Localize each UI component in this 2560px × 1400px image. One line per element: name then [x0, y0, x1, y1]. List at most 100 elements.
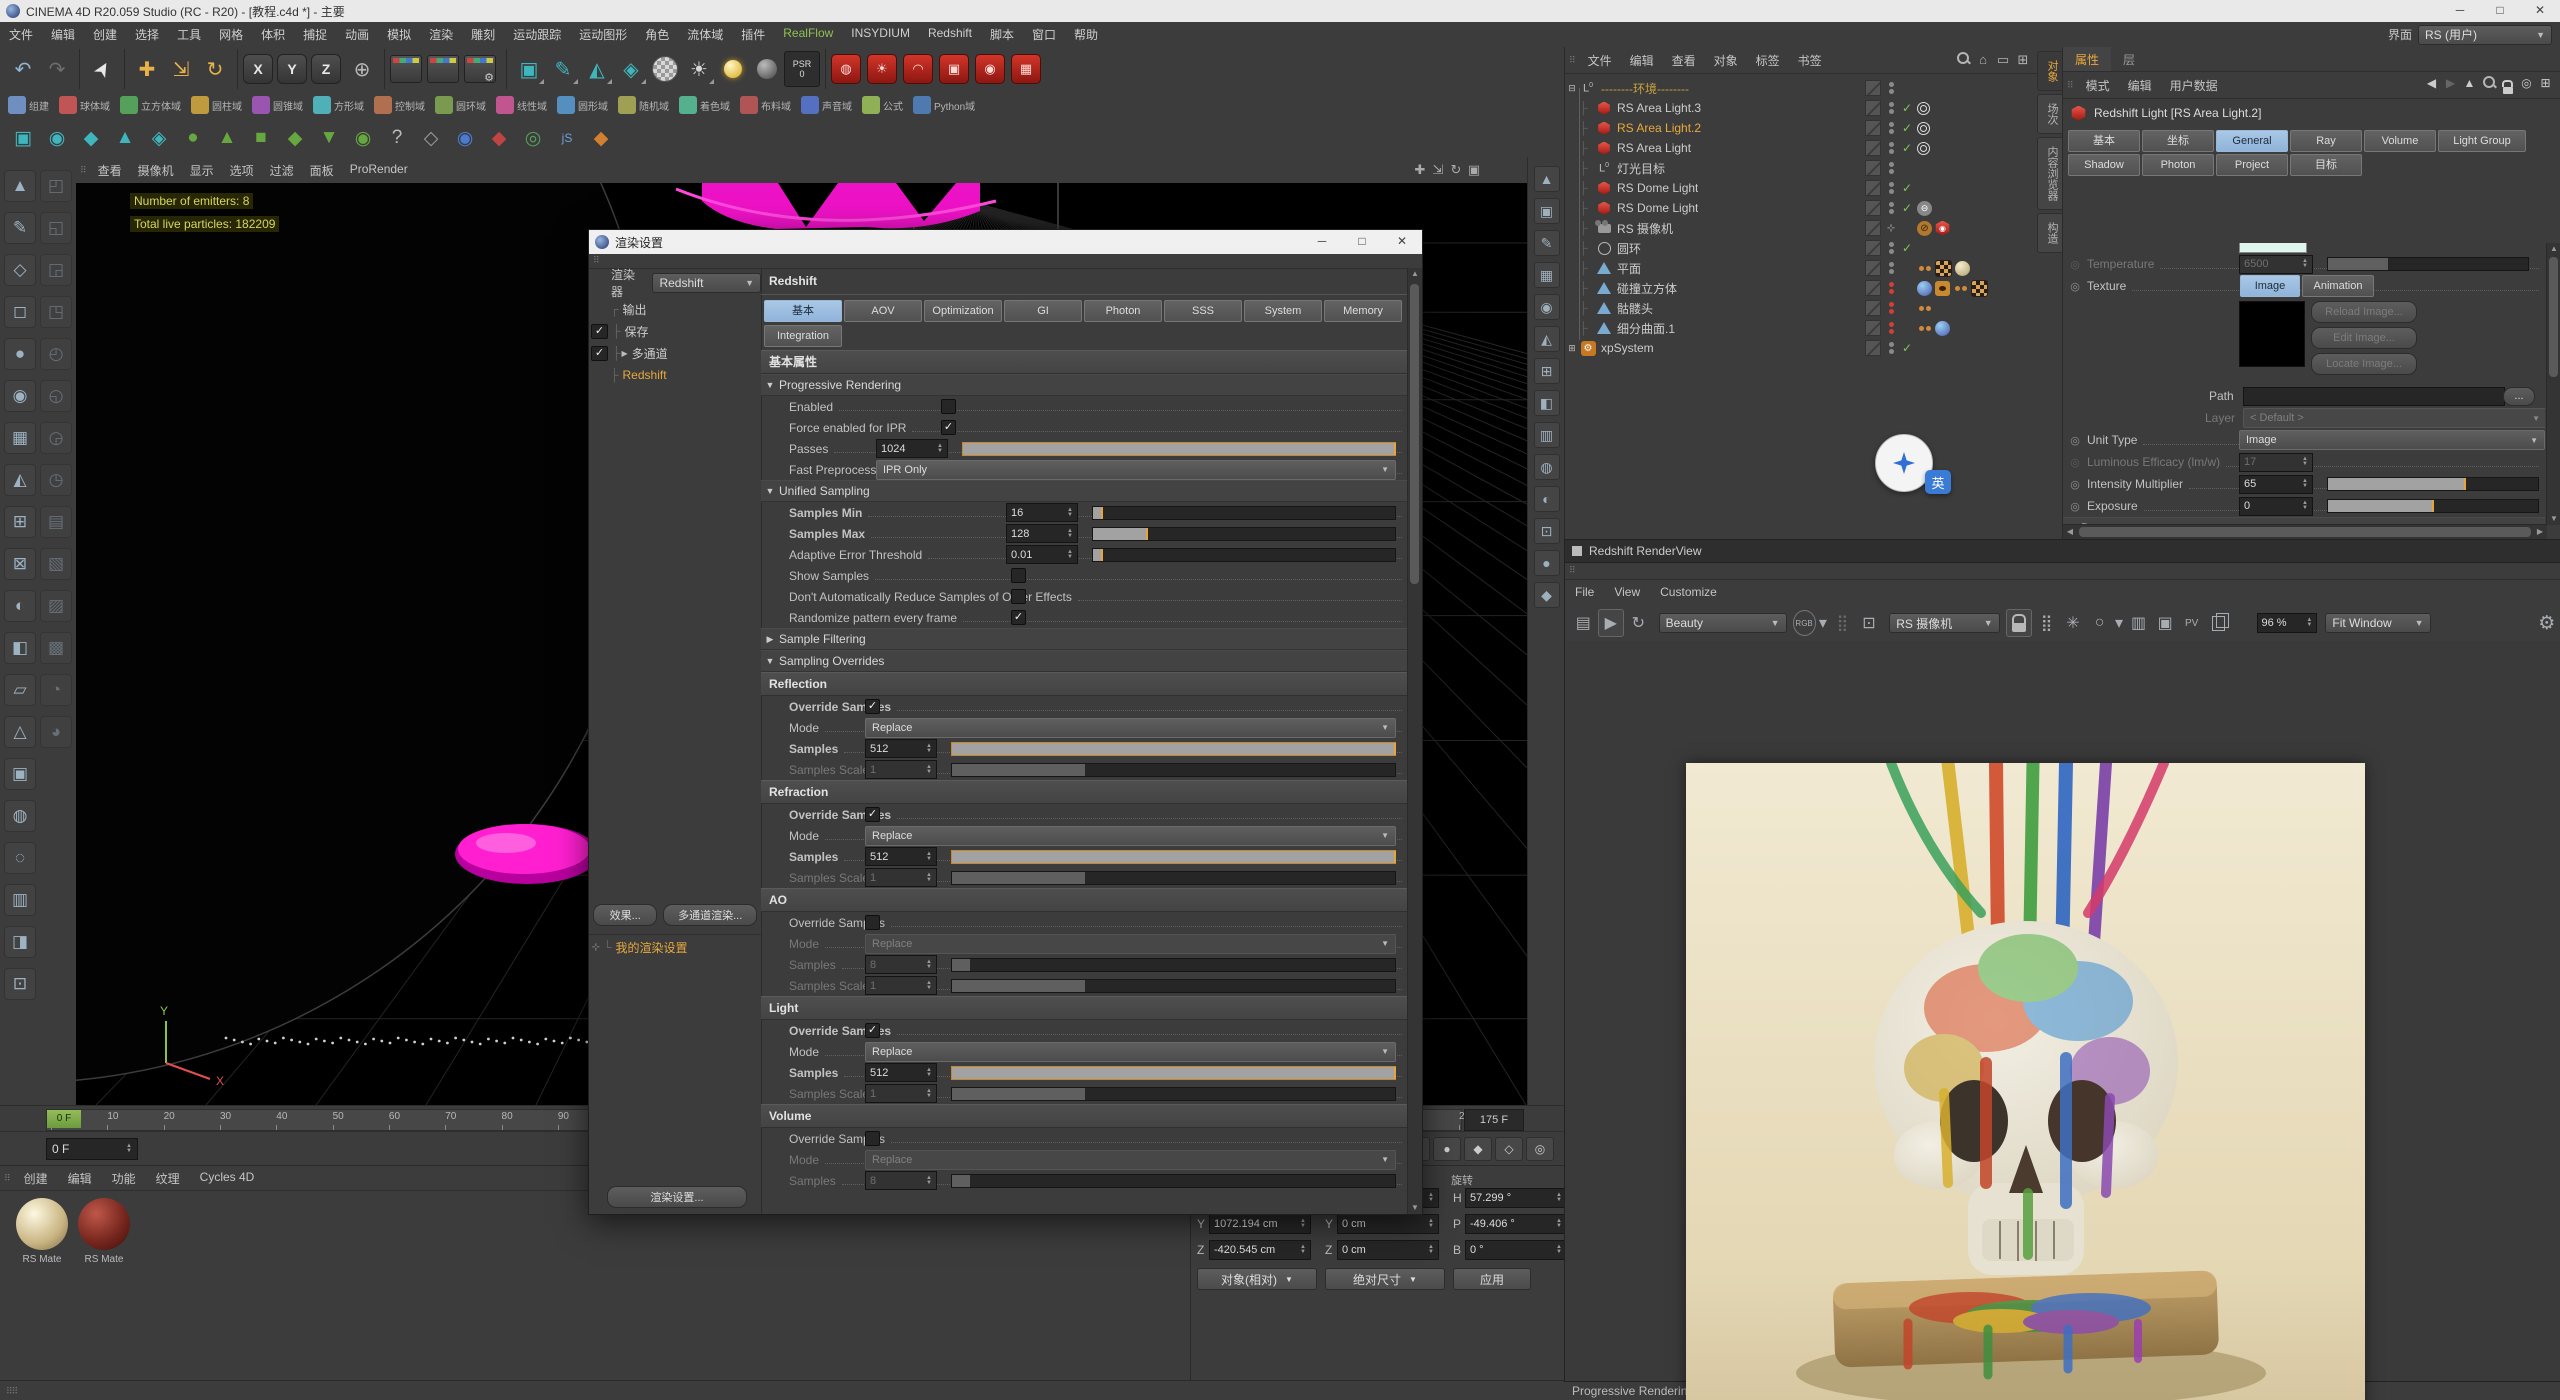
- target-mode-icon[interactable]: ◎: [2517, 76, 2536, 94]
- tree-expand-icon[interactable]: ▶: [622, 349, 628, 358]
- rv-menu-File[interactable]: File: [1565, 585, 1604, 599]
- layer-dropdown[interactable]: < Default >▼: [2243, 408, 2545, 428]
- object-row-RS Area Light.2[interactable]: ├RS Area Light.2✓: [1565, 118, 2063, 138]
- rgb-channel-button[interactable]: RGB: [1793, 610, 1816, 636]
- om-menu-查看[interactable]: 查看: [1663, 52, 1705, 69]
- histogram-icon[interactable]: ▥: [2126, 610, 2151, 636]
- material-tag-icon[interactable]: [1917, 281, 1932, 296]
- menu-文件[interactable]: 文件: [0, 26, 42, 43]
- section-Sampling Overrides[interactable]: ▼Sampling Overrides: [761, 650, 1408, 672]
- toolbar3-icon-9[interactable]: ◆: [280, 123, 310, 153]
- expand-icon[interactable]: ⊞: [1565, 343, 1579, 354]
- layer-box[interactable]: [1865, 300, 1881, 316]
- path-bar-icon[interactable]: ▭: [1993, 52, 2013, 68]
- rv-menu-View[interactable]: View: [1604, 585, 1650, 599]
- object-row-RS 摄像机[interactable]: ├RS 摄像机⊹⊘◉: [1565, 218, 2063, 238]
- end-frame-field[interactable]: 175 F: [1464, 1109, 1524, 1131]
- coord-field-H0[interactable]: 57.299 °▲▼: [1465, 1188, 1567, 1208]
- strip-icon-4[interactable]: ▦: [1534, 262, 1560, 288]
- left-tool-icon-a7[interactable]: ▦: [4, 422, 36, 454]
- coordinate-system-icon[interactable]: ⊕: [345, 52, 379, 86]
- history-forward-icon[interactable]: ▶: [2441, 76, 2460, 94]
- om-menu-书签[interactable]: 书签: [1789, 52, 1831, 69]
- dialog-minimize-button[interactable]: ─: [1302, 230, 1342, 254]
- strip-icon-14[interactable]: ◆: [1534, 582, 1560, 608]
- material-menu-创建[interactable]: 创建: [14, 1170, 58, 1187]
- copy-image-icon[interactable]: [2206, 610, 2231, 636]
- field-button-声音域[interactable]: 声音域: [801, 96, 852, 114]
- menu-体积[interactable]: 体积: [252, 26, 294, 43]
- left-tool-icon-a17[interactable]: ◌: [4, 842, 36, 874]
- left-tool-icon-b2[interactable]: ◱: [40, 212, 72, 244]
- checkbox-Enabled[interactable]: [941, 399, 956, 414]
- viewport-menu-面板[interactable]: 面板: [302, 162, 342, 179]
- visibility-dots[interactable]: [1887, 141, 1895, 155]
- viewport-zoom-icon[interactable]: ⇲: [1429, 162, 1447, 178]
- rgb-dropdown-icon[interactable]: ▾: [1818, 610, 1829, 636]
- toolbar3-icon-8[interactable]: ■: [246, 123, 276, 153]
- browse-button[interactable]: ...: [2503, 387, 2535, 406]
- phong-tag-icon[interactable]: [1953, 281, 1968, 296]
- coord-size-select[interactable]: 绝对尺寸▼: [1325, 1268, 1445, 1290]
- visibility-dots[interactable]: [1887, 281, 1895, 295]
- strip-icon-12[interactable]: ⊡: [1534, 518, 1560, 544]
- dropdown-Mode[interactable]: Replace▼: [865, 1042, 1396, 1062]
- object-row---------环境--------[interactable]: ⊟L0--------环境--------: [1565, 78, 2063, 98]
- add-spline-icon[interactable]: ✎: [546, 52, 580, 86]
- search-icon[interactable]: [1953, 52, 1973, 68]
- psr-badge[interactable]: PSR0: [784, 51, 820, 87]
- layer-box[interactable]: [1865, 160, 1881, 176]
- layer-box[interactable]: [1865, 100, 1881, 116]
- checkbox-Override Samples[interactable]: ✓: [865, 1023, 880, 1038]
- object-row-骷髅头[interactable]: ├骷髅头: [1565, 298, 2063, 318]
- add-deformer-icon[interactable]: ◈: [614, 52, 648, 86]
- crop-region-button[interactable]: ⊡: [1857, 610, 1882, 636]
- rs-tab-Memory[interactable]: Memory: [1324, 300, 1402, 322]
- menu-帮助[interactable]: 帮助: [1065, 26, 1107, 43]
- rs-tab-Optimization[interactable]: Optimization: [924, 300, 1002, 322]
- object-row-细分曲面.1[interactable]: ├细分曲面.1: [1565, 318, 2063, 338]
- left-tool-icon-a2[interactable]: ✎: [4, 212, 36, 244]
- left-tool-icon-b4[interactable]: ◳: [40, 296, 72, 328]
- menu-创建[interactable]: 创建: [84, 26, 126, 43]
- dropdown-Unit Type[interactable]: Image▼: [2239, 430, 2545, 450]
- menu-动画[interactable]: 动画: [336, 26, 378, 43]
- renderview-canvas[interactable]: 微信公众号：野鹿志微博：野鹿志作者：马鹿野郎(0.07s): [1565, 641, 2560, 1381]
- rs-camera-tag-icon[interactable]: ◉: [1935, 221, 1950, 236]
- strip-icon-2[interactable]: ▣: [1534, 198, 1560, 224]
- checkbox-Override Samples[interactable]: [865, 915, 880, 930]
- toolbar3-icon-14[interactable]: ◉: [450, 123, 480, 153]
- strip-icon-11[interactable]: ◐: [1534, 486, 1560, 512]
- keyframe-ring-icon[interactable]: ◎: [2063, 434, 2087, 447]
- keyframe-ring-icon[interactable]: ◎: [2063, 478, 2087, 491]
- left-tool-icon-a14[interactable]: △: [4, 716, 36, 748]
- strip-icon-5[interactable]: ◉: [1534, 294, 1560, 320]
- protection-tag-icon[interactable]: ⊘: [1917, 221, 1932, 236]
- checkbox-Force enabled for IPR[interactable]: ✓: [941, 420, 956, 435]
- section-Sample Filtering[interactable]: ▶Sample Filtering: [761, 628, 1408, 650]
- visibility-dots[interactable]: [1887, 301, 1895, 315]
- attr-menu-模式[interactable]: 模式: [2077, 77, 2119, 94]
- object-row-RS Dome Light[interactable]: ├RS Dome Light✓: [1565, 178, 2063, 198]
- left-tool-icon-b7[interactable]: ◶: [40, 422, 72, 454]
- redshift-tool-icon-5[interactable]: ◉: [975, 54, 1005, 84]
- viewport-menu-过滤[interactable]: 过滤: [262, 162, 302, 179]
- dialog-close-button[interactable]: ✕: [1382, 230, 1422, 254]
- rs-tab-基本[interactable]: 基本: [764, 300, 842, 322]
- layer-box[interactable]: [1865, 200, 1881, 216]
- viewport-toggle-icon[interactable]: ▣: [1465, 162, 1483, 178]
- tree-check[interactable]: ✓: [591, 346, 608, 361]
- value-slider[interactable]: [1092, 527, 1396, 541]
- attr-tab-Light Group[interactable]: Light Group: [2438, 130, 2526, 152]
- left-tool-icon-b9[interactable]: ▤: [40, 506, 72, 538]
- menu-运动图形[interactable]: 运动图形: [570, 26, 636, 43]
- rv-menu-Customize[interactable]: Customize: [1650, 585, 1727, 599]
- left-tool-icon-a15[interactable]: ▣: [4, 758, 36, 790]
- visibility-dots[interactable]: [1887, 81, 1895, 95]
- target-tag-icon[interactable]: [1917, 102, 1930, 115]
- attr-vscrollbar[interactable]: ▲ ▼: [2546, 243, 2560, 525]
- value-slider[interactable]: [1092, 506, 1396, 520]
- field-button-立方体域[interactable]: 立方体域: [120, 96, 181, 114]
- visibility-dots[interactable]: [1887, 161, 1895, 175]
- minimize-button[interactable]: ─: [2440, 0, 2480, 22]
